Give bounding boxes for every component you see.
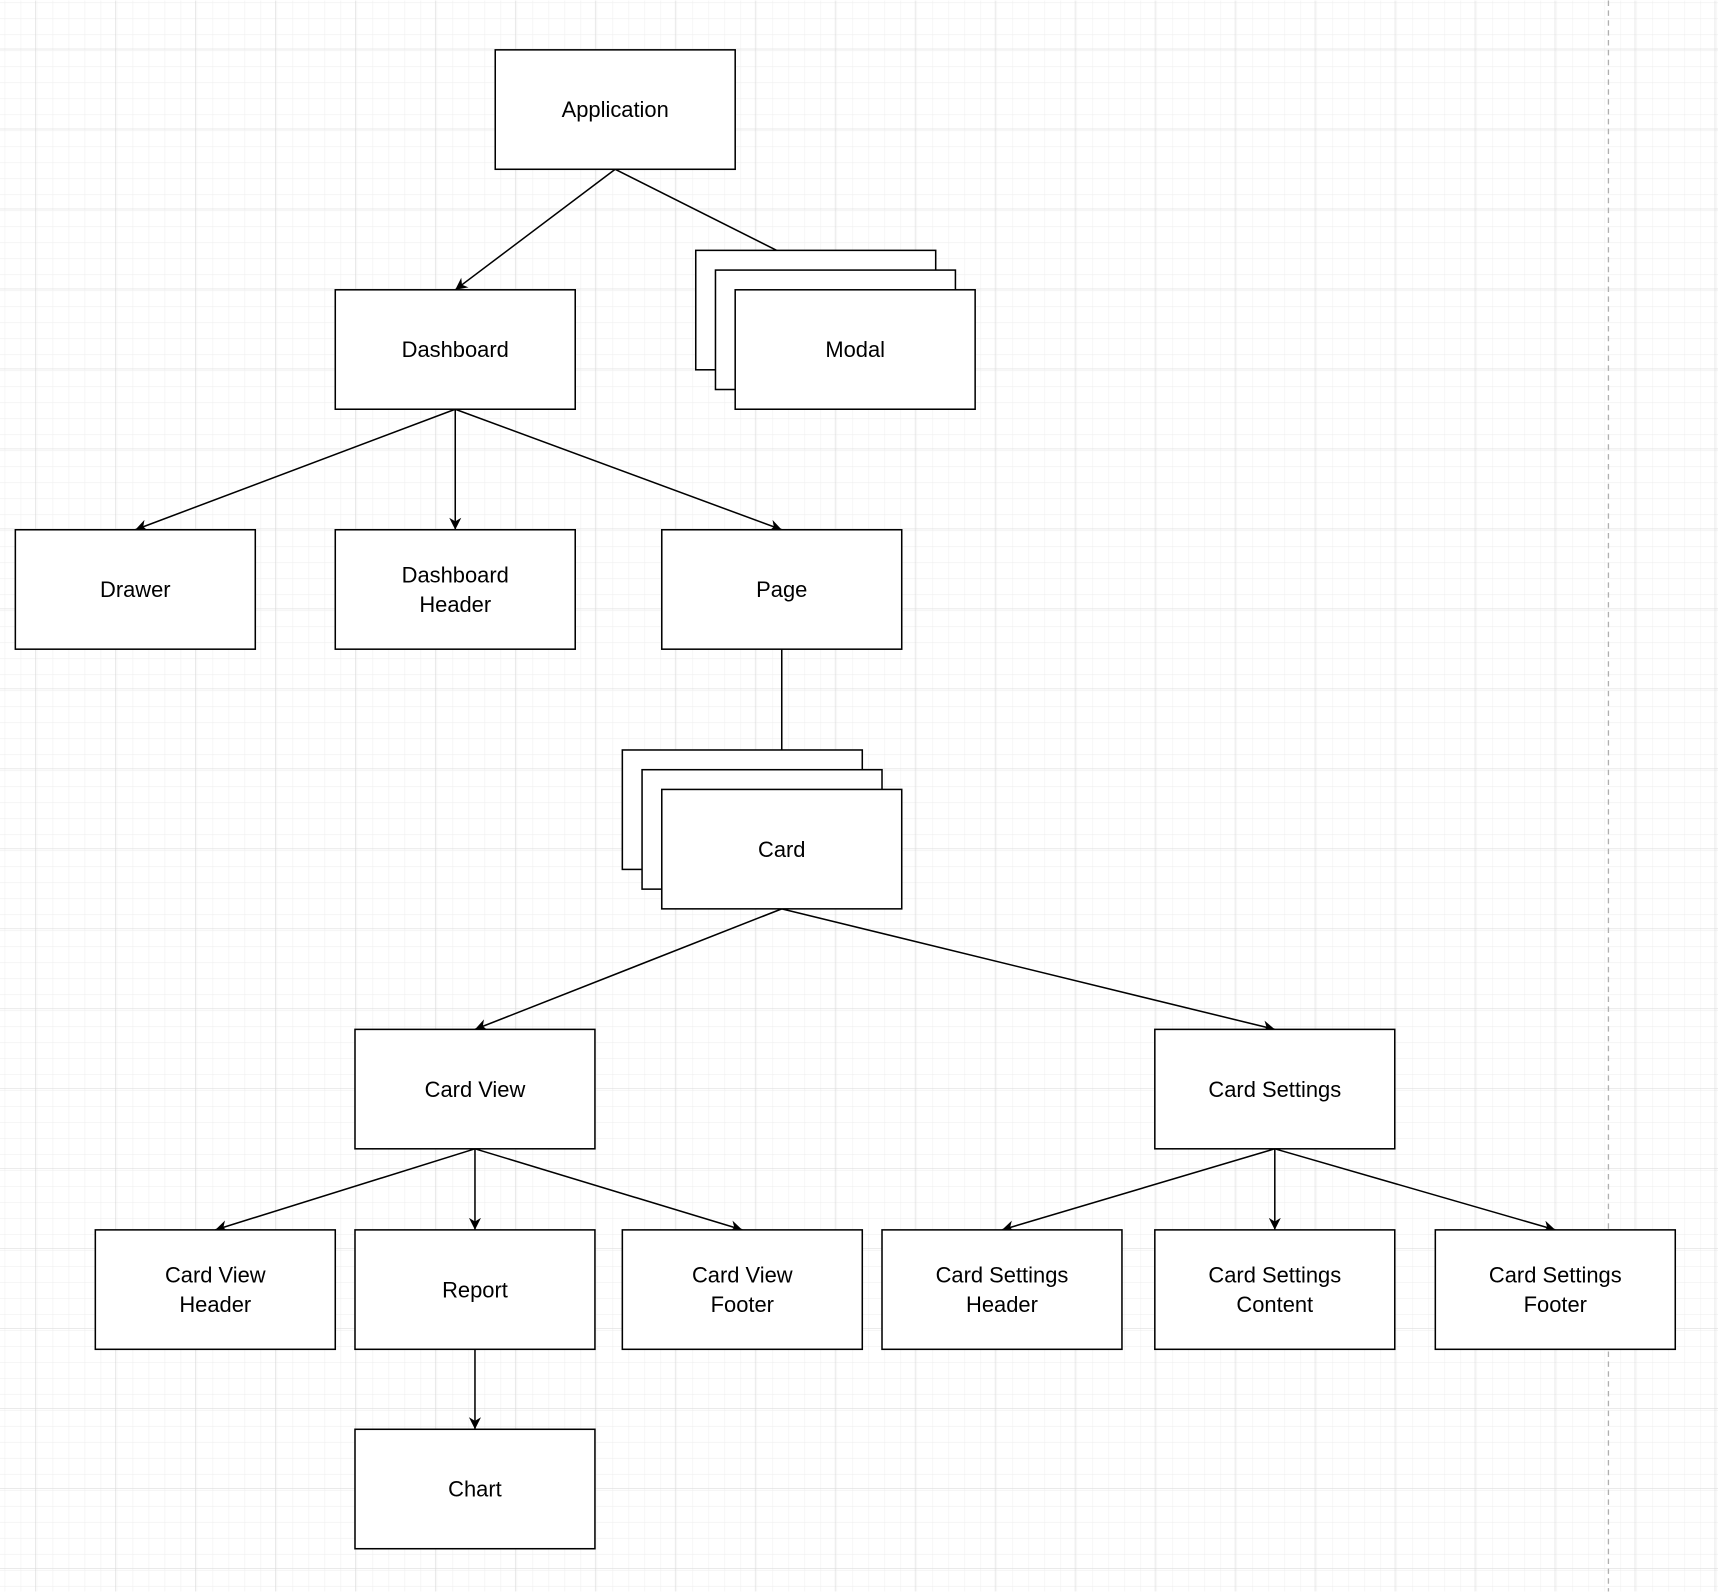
node-label: Page <box>756 577 807 602</box>
node-label: Header <box>419 592 491 617</box>
node-modal[interactable]: Modal <box>694 249 976 410</box>
node-box[interactable] <box>881 1229 1123 1351</box>
node-card-view-header[interactable]: Card View Header <box>94 1229 337 1351</box>
node-box[interactable] <box>1434 1229 1677 1351</box>
node-box[interactable] <box>1154 1229 1396 1351</box>
node-label: Card Settings <box>1208 1262 1341 1287</box>
node-label: Card <box>758 837 805 862</box>
node-label: Content <box>1236 1292 1313 1317</box>
node-label: Card Settings <box>1208 1077 1341 1102</box>
node-label: Header <box>966 1292 1038 1317</box>
node-label: Chart <box>448 1477 502 1502</box>
node-label: Application <box>562 97 669 122</box>
node-card-view[interactable]: Card View <box>354 1028 596 1150</box>
node-box[interactable] <box>621 1229 864 1351</box>
node-card-settings-footer[interactable]: Card Settings Footer <box>1434 1229 1677 1351</box>
node-label: Dashboard <box>402 337 509 362</box>
node-label: Card View <box>165 1262 266 1287</box>
node-box[interactable] <box>334 528 576 650</box>
node-card-settings[interactable]: Card Settings <box>1154 1028 1396 1150</box>
node-card-settings-content[interactable]: Card Settings Content <box>1154 1229 1396 1351</box>
node-label: Card View <box>692 1262 793 1287</box>
node-label: Modal <box>825 337 885 362</box>
node-application[interactable]: Application <box>494 49 736 171</box>
node-label: Footer <box>1524 1292 1587 1317</box>
node-label: Header <box>179 1292 251 1317</box>
node-card-view-footer[interactable]: Card View Footer <box>621 1229 864 1351</box>
node-card[interactable]: Card <box>621 749 903 910</box>
node-label: Card Settings <box>936 1262 1069 1287</box>
node-report[interactable]: Report <box>354 1229 596 1351</box>
node-label: Dashboard <box>402 562 509 587</box>
node-card-settings-header[interactable]: Card Settings Header <box>881 1229 1123 1351</box>
node-chart[interactable]: Chart <box>354 1428 596 1550</box>
node-dashboard-header[interactable]: Dashboard Header <box>334 528 576 650</box>
node-label: Footer <box>711 1292 774 1317</box>
node-drawer[interactable]: Drawer <box>14 528 257 650</box>
node-label: Card View <box>425 1077 526 1102</box>
node-label: Report <box>442 1277 508 1302</box>
node-page[interactable]: Page <box>661 528 903 650</box>
node-label: Drawer <box>100 577 171 602</box>
node-dashboard[interactable]: Dashboard <box>334 289 576 410</box>
node-label: Card Settings <box>1489 1262 1622 1287</box>
node-box[interactable] <box>94 1229 337 1351</box>
diagram-canvas: Application Dashboard Modal Drawer Dashboard… <box>0 0 1718 1592</box>
